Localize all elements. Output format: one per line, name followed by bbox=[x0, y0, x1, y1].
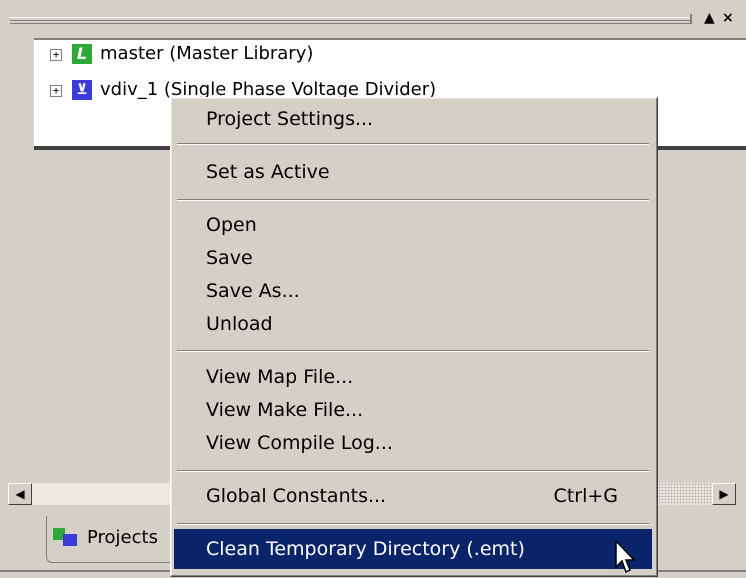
menu-separator bbox=[177, 523, 649, 525]
menu-item-label: View Make File... bbox=[206, 399, 364, 421]
menu-item-view-compile-log[interactable]: View Compile Log... bbox=[174, 426, 652, 460]
menu-item-label: Set as Active bbox=[206, 161, 330, 183]
grip-divider bbox=[690, 14, 692, 24]
context-menu: Project Settings... Set as Active Open S… bbox=[170, 97, 658, 577]
menu-item-label: Global Constants... bbox=[206, 485, 387, 507]
library-icon: L bbox=[72, 44, 92, 64]
menu-item-label: Unload bbox=[206, 313, 273, 335]
menu-separator bbox=[177, 470, 649, 472]
pin-icon[interactable]: ▲ bbox=[704, 10, 715, 26]
menu-item-label: Save bbox=[206, 247, 253, 269]
menu-item-save-as[interactable]: Save As... bbox=[174, 274, 652, 308]
menu-item-view-map-file[interactable]: View Map File... bbox=[174, 360, 652, 394]
tree-item-master[interactable]: + L master (Master Library) bbox=[34, 42, 714, 68]
project-icon: ⊻ bbox=[72, 80, 92, 100]
mouse-cursor-icon bbox=[615, 540, 636, 574]
menu-item-label: Clean Temporary Directory (.emt) bbox=[206, 538, 525, 560]
menu-item-label: Project Settings... bbox=[206, 108, 374, 130]
menu-item-view-make-file[interactable]: View Make File... bbox=[174, 393, 652, 427]
close-icon[interactable]: × bbox=[722, 10, 734, 26]
projects-icon bbox=[53, 528, 79, 546]
menu-item-set-as-active[interactable]: Set as Active bbox=[174, 155, 652, 189]
menu-item-label: Save As... bbox=[206, 280, 300, 302]
menu-item-save[interactable]: Save bbox=[174, 241, 652, 275]
expand-icon[interactable]: + bbox=[50, 85, 62, 97]
menu-separator bbox=[177, 350, 649, 352]
menu-item-shortcut: Ctrl+G bbox=[553, 485, 618, 507]
menu-item-unload[interactable]: Unload bbox=[174, 307, 652, 341]
menu-separator bbox=[177, 143, 649, 145]
panel-grip[interactable] bbox=[10, 17, 690, 24]
tree-item-label: master (Master Library) bbox=[100, 43, 314, 64]
panel-titlebar: ▲ × bbox=[10, 8, 738, 30]
menu-item-label: Open bbox=[206, 214, 257, 236]
menu-item-project-settings[interactable]: Project Settings... bbox=[174, 102, 652, 136]
menu-item-label: View Map File... bbox=[206, 366, 354, 388]
expand-icon[interactable]: + bbox=[50, 49, 62, 61]
tab-label: Projects bbox=[87, 527, 158, 548]
scroll-right-icon[interactable]: ▶ bbox=[712, 483, 736, 505]
tab-projects[interactable]: Projects bbox=[46, 516, 178, 563]
menu-separator bbox=[177, 199, 649, 201]
menu-item-global-constants[interactable]: Global Constants... Ctrl+G bbox=[174, 479, 652, 513]
scroll-left-icon[interactable]: ◀ bbox=[8, 483, 32, 505]
menu-item-clean-temp-directory[interactable]: Clean Temporary Directory (.emt) bbox=[174, 529, 652, 569]
menu-item-open[interactable]: Open bbox=[174, 208, 652, 242]
menu-item-label: View Compile Log... bbox=[206, 432, 393, 454]
